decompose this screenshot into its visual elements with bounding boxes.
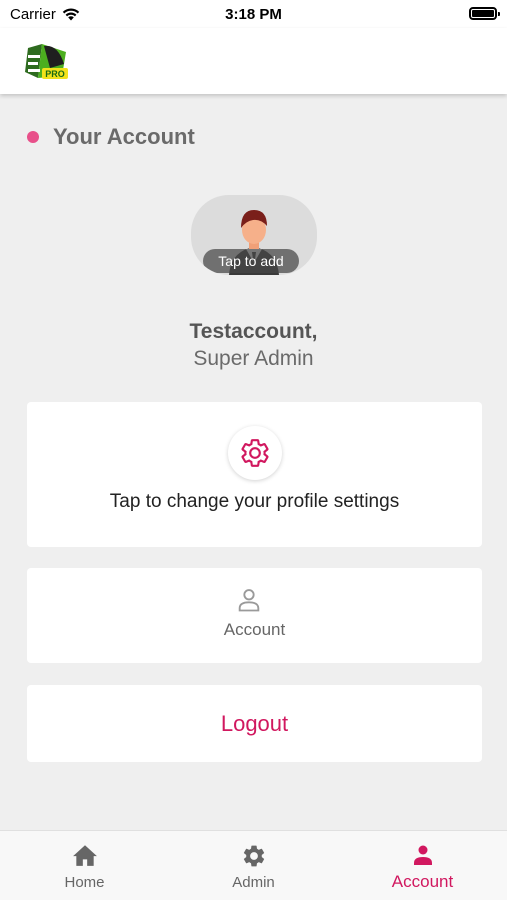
tab-bar: Home Admin Account xyxy=(0,830,507,900)
gear-icon xyxy=(243,845,264,867)
account-card[interactable]: Account xyxy=(27,568,482,663)
tab-home[interactable]: Home xyxy=(0,831,169,900)
user-role: Super Admin xyxy=(193,347,314,370)
tab-account[interactable]: Account xyxy=(338,831,507,900)
status-bar: Carrier 3:18 PM xyxy=(0,0,507,28)
logout-label: Logout xyxy=(220,711,289,736)
tab-home-label: Home xyxy=(64,874,105,891)
home-icon xyxy=(72,845,97,866)
battery-icon xyxy=(469,7,500,20)
account-card-label: Account xyxy=(223,620,286,639)
status-time: 3:18 PM xyxy=(225,6,282,23)
tab-admin-label: Admin xyxy=(232,874,275,891)
user-name: Testaccount, xyxy=(189,320,318,343)
logout-button[interactable]: Logout xyxy=(27,685,482,762)
title-dot xyxy=(27,131,39,143)
profile-settings-card[interactable]: Tap to change your profile settings xyxy=(27,402,482,547)
page-title: Your Account xyxy=(53,124,195,149)
tab-admin[interactable]: Admin xyxy=(169,831,338,900)
app-header: PRO xyxy=(0,28,507,94)
tab-account-label: Account xyxy=(391,872,454,891)
person-icon xyxy=(238,589,260,612)
settings-icon-circle[interactable] xyxy=(228,426,282,480)
avatar-add-badge[interactable]: Tap to add xyxy=(203,249,299,273)
settings-card-label: Tap to change your profile settings xyxy=(109,491,400,512)
app-logo-icon[interactable]: PRO xyxy=(22,38,70,82)
gear-icon xyxy=(241,439,269,467)
logo-badge-text: PRO xyxy=(45,69,65,79)
person-icon xyxy=(413,845,432,865)
avatar[interactable]: Tap to add xyxy=(191,195,317,275)
section-title: Your Account xyxy=(27,124,195,150)
